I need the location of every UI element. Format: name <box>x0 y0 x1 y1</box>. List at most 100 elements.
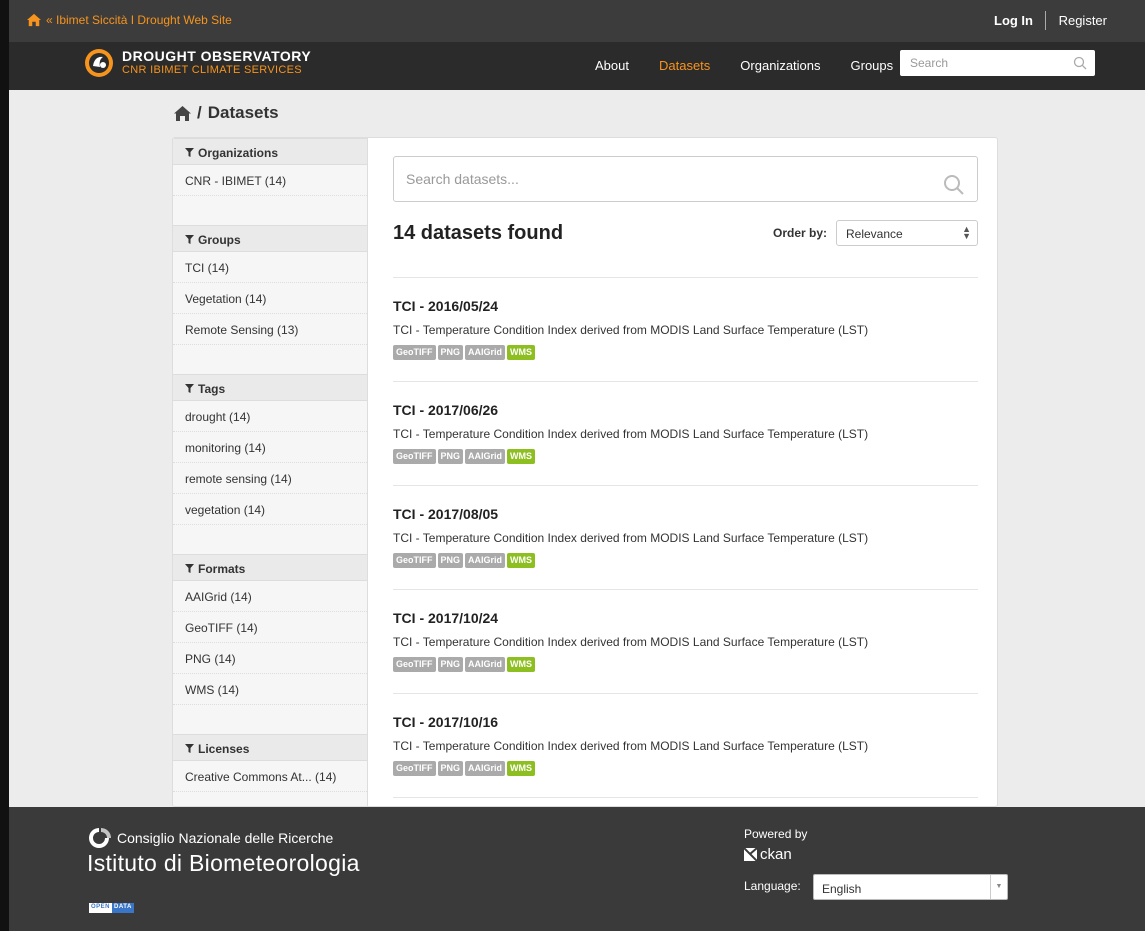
format-badge[interactable]: WMS <box>507 345 536 360</box>
facet-item[interactable]: remote sensing (14) <box>173 463 367 494</box>
facet-item[interactable]: TCI (14) <box>173 252 367 283</box>
dataset-formats: GeoTIFF PNG AAIGrid WMS <box>393 761 978 776</box>
brand-title: DROUGHT OBSERVATORY <box>122 48 312 64</box>
dataset-notes: TCI - Temperature Condition Index derive… <box>393 635 869 649</box>
search-results: 14 datasets found Order by: Relevance ▲▼… <box>369 138 997 806</box>
format-badge[interactable]: AAIGrid <box>465 449 506 464</box>
main-navbar: DROUGHT OBSERVATORY CNR IBIMET CLIMATE S… <box>9 42 1145 90</box>
nav-links: About Datasets Organizations Groups <box>595 58 923 73</box>
format-badge[interactable]: PNG <box>437 657 464 672</box>
format-badge[interactable]: AAIGrid <box>465 657 506 672</box>
format-badge[interactable]: GeoTIFF <box>393 449 436 464</box>
breadcrumb-current[interactable]: Datasets <box>208 103 279 123</box>
format-badge[interactable]: WMS <box>507 657 536 672</box>
format-badge[interactable]: GeoTIFF <box>393 657 436 672</box>
format-badge[interactable]: WMS <box>507 553 536 568</box>
facet-item[interactable]: drought (14) <box>173 401 367 432</box>
facet-item[interactable]: GeoTIFF (14) <box>173 612 367 643</box>
site-back-link[interactable]: « Ibimet Siccità I Drought Web Site <box>27 13 232 27</box>
select-arrows-icon: ▲ ▼ <box>962 224 971 241</box>
format-badge[interactable]: PNG <box>437 553 464 568</box>
header-search-input[interactable] <box>900 50 1070 76</box>
facets-sidebar: Organizations CNR - IBIMET (14) Groups T… <box>173 138 368 806</box>
results-count: 14 datasets found <box>393 222 564 244</box>
facet-item[interactable]: Remote Sensing (13) <box>173 314 367 345</box>
dataset-notes: TCI - Temperature Condition Index derive… <box>393 323 869 337</box>
format-badge[interactable]: AAIGrid <box>465 761 506 776</box>
format-badge[interactable]: AAIGrid <box>465 553 506 568</box>
dataset-item: TCI - 2017/10/16 TCI - Temperature Condi… <box>393 693 978 797</box>
dataset-title[interactable]: TCI - 2017/10/16 <box>393 714 978 730</box>
header-search <box>900 50 1095 76</box>
filter-icon <box>185 235 194 244</box>
filter-icon <box>185 148 194 157</box>
language-value: English <box>822 882 862 896</box>
format-badge[interactable]: AAIGrid <box>465 345 506 360</box>
facet-item[interactable]: monitoring (14) <box>173 432 367 463</box>
facet-spacer <box>173 345 367 374</box>
drought-observatory-logo-icon <box>85 49 113 77</box>
facet-title-tags: Tags <box>173 374 367 401</box>
open-data-badge-left: OPEN <box>89 903 113 913</box>
ckan-icon <box>744 848 757 861</box>
language-label: Language: <box>744 879 801 893</box>
ckan-logo[interactable]: ckan <box>744 846 792 863</box>
dataset-title[interactable]: TCI - 2017/08/05 <box>393 506 978 522</box>
site-logo[interactable]: DROUGHT OBSERVATORY CNR IBIMET CLIMATE S… <box>84 48 311 78</box>
dataset-notes: TCI - Temperature Condition Index derive… <box>393 427 869 441</box>
login-link[interactable]: Log In <box>994 13 1033 28</box>
dataset-search-input[interactable] <box>394 157 934 201</box>
site-footer: Consiglio Nazionale delle Ricerche Istit… <box>9 807 1145 931</box>
facet-item[interactable]: CNR - IBIMET (14) <box>173 165 367 196</box>
cnr-logo[interactable]: Consiglio Nazionale delle Ricerche Istit… <box>87 827 360 877</box>
facet-spacer <box>173 196 367 225</box>
dataset-search-box <box>393 156 978 202</box>
dataset-title[interactable]: TCI - 2017/06/26 <box>393 402 978 418</box>
format-badge[interactable]: WMS <box>507 449 536 464</box>
breadcrumb-separator: / <box>197 103 202 122</box>
ckan-label: ckan <box>760 846 792 863</box>
format-badge[interactable]: GeoTIFF <box>393 761 436 776</box>
facet-item[interactable]: vegetation (14) <box>173 494 367 525</box>
facet-item[interactable]: WMS (14) <box>173 674 367 705</box>
format-badge[interactable]: PNG <box>437 761 464 776</box>
account-bar: « Ibimet Siccità I Drought Web Site Log … <box>9 0 1145 42</box>
format-badge[interactable]: WMS <box>507 761 536 776</box>
dataset-title[interactable]: TCI - 2017/10/24 <box>393 610 978 626</box>
org-name-line2: Istituto di Biometeorologia <box>87 850 360 876</box>
format-badge[interactable]: PNG <box>437 345 464 360</box>
facet-item[interactable]: Creative Commons At... (14) <box>173 761 367 792</box>
facet-item[interactable]: Vegetation (14) <box>173 283 367 314</box>
dataset-list-end <box>393 797 978 806</box>
language-select[interactable]: English ▼ <box>813 874 1008 900</box>
dataset-item: TCI - 2017/06/26 TCI - Temperature Condi… <box>393 381 978 485</box>
facet-item[interactable]: AAIGrid (14) <box>173 581 367 612</box>
format-badge[interactable]: GeoTIFF <box>393 345 436 360</box>
dataset-notes: TCI - Temperature Condition Index derive… <box>393 531 869 545</box>
format-badge[interactable]: GeoTIFF <box>393 553 436 568</box>
order-by-value: Relevance <box>846 227 903 241</box>
main-wrapper: Organizations CNR - IBIMET (14) Groups T… <box>172 137 998 807</box>
dataset-formats: GeoTIFF PNG AAIGrid WMS <box>393 449 978 464</box>
dataset-title[interactable]: TCI - 2016/05/24 <box>393 298 978 314</box>
dataset-formats: GeoTIFF PNG AAIGrid WMS <box>393 345 978 360</box>
filter-icon <box>185 744 194 753</box>
search-icon[interactable] <box>1073 56 1087 70</box>
format-badge[interactable]: PNG <box>437 449 464 464</box>
nav-groups[interactable]: Groups <box>851 58 894 73</box>
breadcrumb: / Datasets <box>174 103 279 123</box>
dataset-item: TCI - 2017/10/24 TCI - Temperature Condi… <box>393 589 978 693</box>
open-data-badge[interactable]: OPEN DATA <box>89 903 134 913</box>
nav-organizations[interactable]: Organizations <box>740 58 820 73</box>
filter-icon <box>185 384 194 393</box>
register-link[interactable]: Register <box>1059 13 1107 28</box>
facet-spacer <box>173 705 367 734</box>
org-name-line1: Consiglio Nazionale delle Ricerche <box>117 829 334 846</box>
facet-item[interactable]: PNG (14) <box>173 643 367 674</box>
dataset-formats: GeoTIFF PNG AAIGrid WMS <box>393 657 978 672</box>
home-icon[interactable] <box>174 105 191 121</box>
nav-datasets[interactable]: Datasets <box>659 58 710 73</box>
nav-about[interactable]: About <box>595 58 629 73</box>
search-icon[interactable] <box>943 174 965 196</box>
order-by-select[interactable]: Relevance ▲ ▼ <box>836 220 978 246</box>
